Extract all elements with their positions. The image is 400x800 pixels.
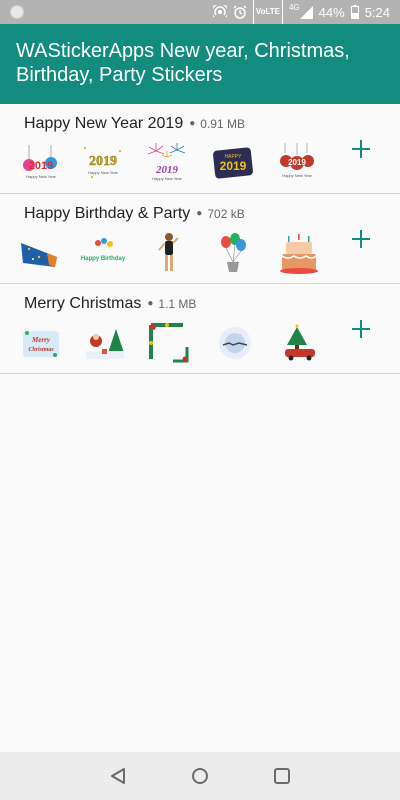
sticker-pack-row[interactable]: Happy New Year 2019 ● 0.91 MB 2019 Happy…	[0, 104, 400, 194]
santa-tree-sticker	[82, 320, 128, 366]
pack-header: Happy New Year 2019 ● 0.91 MB	[24, 115, 245, 133]
balloons-sticker	[210, 230, 256, 276]
add-pack-button[interactable]	[350, 318, 372, 340]
recents-icon[interactable]	[270, 764, 294, 788]
sticker-pack-row[interactable]: Merry Christmas ● 1.1 MB Merry Christmas	[0, 284, 400, 374]
sticker-preview-row: Merry Christmas	[0, 320, 340, 370]
back-icon[interactable]	[106, 764, 130, 788]
separator-dot: ●	[189, 118, 196, 129]
sticker-year-text: 2019	[220, 159, 247, 173]
sticker-preview-row: 2019 Happy New Year 2019 Happy New Year …	[0, 140, 340, 190]
sticker-pack-row[interactable]: Happy Birthday & Party ● 702 kB Happy Bi…	[0, 194, 400, 284]
sticker-preview-row: Happy Birthday	[0, 230, 340, 280]
battery-icon	[350, 0, 359, 24]
volte-badge: VoLTE	[252, 0, 283, 25]
2019-fireworks-sticker: 2019 Happy New Year	[144, 140, 190, 186]
pack-name: Happy Birthday & Party	[24, 205, 191, 222]
2019-ornament-sticker: 2019 Happy New Year	[18, 140, 64, 186]
clock-time: 5:24	[364, 4, 390, 20]
pack-name: Merry Christmas	[24, 295, 142, 312]
sticker-year-text: 2019	[155, 164, 179, 176]
separator-dot: ●	[147, 298, 154, 309]
sticker-birthday-text: Happy Birthday	[81, 256, 126, 262]
hotspot-icon	[212, 0, 227, 24]
svg-text:Happy New Year: Happy New Year	[88, 170, 118, 175]
separator-dot: ●	[196, 208, 203, 219]
svg-text:Happy New Year: Happy New Year	[152, 176, 182, 181]
sticker-christmas-text: Christmas	[28, 347, 54, 353]
app-title: WAStickerApps New year, Christmas, Birth…	[16, 40, 350, 86]
status-icons: VoLTE 4G 44% 5:24	[212, 0, 390, 25]
happy-2019-badge-sticker: HAPPY 2019	[210, 140, 256, 186]
pack-size: 0.91 MB	[200, 117, 245, 131]
2019-gold-sticker: 2019 Happy New Year	[80, 140, 126, 186]
navigation-bar	[0, 752, 400, 800]
home-icon[interactable]	[188, 764, 212, 788]
sticker-year-text: 2019	[288, 158, 306, 167]
christmas-frame-sticker	[146, 320, 192, 366]
christmas-tree-car-sticker	[276, 320, 322, 366]
happy-birthday-text-sticker: Happy Birthday	[80, 230, 126, 276]
battery-percent: 44%	[318, 4, 345, 20]
pack-header: Happy Birthday & Party ● 702 kB	[24, 205, 245, 223]
notification-dot-icon	[10, 5, 24, 19]
pack-header: Merry Christmas ● 1.1 MB	[24, 295, 196, 313]
signal-icon: 4G	[289, 0, 313, 24]
status-bar: VoLTE 4G 44% 5:24	[0, 0, 400, 25]
sticker-year-text: 2019	[89, 154, 117, 169]
svg-text:Happy New Year: Happy New Year	[26, 174, 56, 179]
svg-text:Happy New Year: Happy New Year	[282, 173, 312, 178]
alarm-icon	[233, 0, 247, 24]
pack-name: Happy New Year 2019	[24, 115, 184, 132]
party-girl-sticker	[146, 230, 192, 276]
add-pack-button[interactable]	[350, 228, 372, 250]
2019-baubles-sticker: 2019 Happy New Year	[276, 140, 322, 186]
party-horn-sticker	[16, 230, 62, 276]
app-bar: WAStickerApps New year, Christmas, Birth…	[0, 24, 400, 104]
sticker-year-text: 2019	[29, 160, 53, 172]
network-type-label: 4G	[288, 2, 300, 12]
pack-size: 702 kB	[207, 207, 245, 221]
sticker-merry-text: Merry	[31, 336, 51, 344]
add-pack-button[interactable]	[350, 138, 372, 160]
merry-christmas-text-sticker: Merry Christmas	[18, 320, 64, 366]
pack-size: 1.1 MB	[158, 297, 197, 311]
birthday-cake-sticker	[276, 230, 322, 276]
santa-sleigh-moon-sticker	[212, 320, 258, 366]
